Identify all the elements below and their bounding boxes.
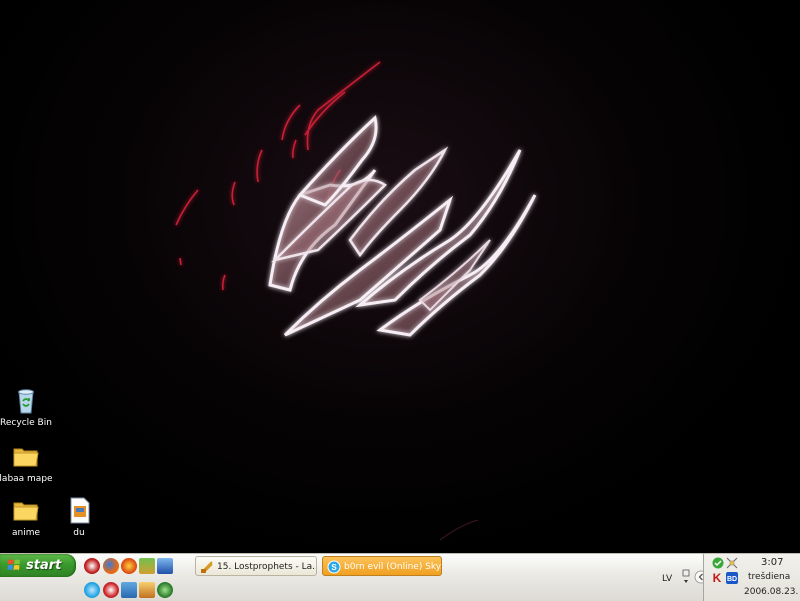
svg-text:K: K	[713, 571, 722, 583]
svg-text:S: S	[331, 563, 337, 572]
desktop-icon-label: Recycle Bin	[0, 418, 52, 428]
network-icon[interactable]	[725, 556, 739, 570]
show-desktop-icon[interactable]	[121, 582, 137, 598]
taskbar: start 15. Lostprophets - La... S b0rn ev…	[0, 553, 800, 601]
clock-day: trešdiena	[748, 572, 791, 582]
svg-text:BD: BD	[727, 576, 737, 583]
start-label: start	[26, 558, 62, 573]
browser-icon[interactable]	[121, 558, 137, 574]
desktop-icon-label: labaa mape	[0, 474, 53, 484]
ie-icon[interactable]	[157, 558, 173, 574]
clock-date: 2006.08.23.	[744, 587, 799, 597]
folder-icon	[13, 448, 39, 467]
skype-quicklaunch-icon[interactable]	[84, 582, 100, 598]
task-button-label: b0rn evil (Online) Sky...	[344, 562, 442, 572]
media-player-icon	[201, 561, 213, 573]
skype-icon: S	[327, 560, 341, 574]
media-icon[interactable]	[139, 582, 155, 598]
clock-time[interactable]: 3:07	[761, 557, 783, 568]
opera-icon[interactable]	[84, 558, 100, 574]
task-button-media-player[interactable]: 15. Lostprophets - La...	[195, 556, 317, 576]
document-icon	[70, 497, 90, 524]
desktop-icon-du[interactable]: du	[47, 494, 111, 538]
input-settings-icon[interactable]	[681, 569, 691, 585]
recycle-bin-icon	[18, 389, 34, 414]
shield-check-icon[interactable]	[712, 557, 724, 569]
bitdefender-icon[interactable]: BD	[725, 571, 739, 585]
kaspersky-icon[interactable]: K	[711, 571, 723, 583]
task-button-label: 15. Lostprophets - La...	[217, 562, 317, 572]
fireworks-wallpaper	[175, 61, 537, 541]
desktop-icon-label: du	[73, 528, 85, 538]
desktop-icon-labaa-mape[interactable]: labaa mape	[0, 440, 58, 484]
winamp-icon[interactable]	[139, 558, 155, 574]
desktop-icon-recycle-bin[interactable]: Recycle Bin	[0, 384, 58, 428]
system-tray: K BD 3:07 trešdiena 2006.08.23.	[703, 554, 800, 601]
program-icon[interactable]	[157, 582, 173, 598]
windows-flag-icon	[7, 559, 20, 570]
firefox-icon[interactable]	[103, 558, 119, 574]
app-icon[interactable]	[103, 582, 119, 598]
language-indicator[interactable]: LV	[662, 574, 672, 584]
task-button-skype[interactable]: S b0rn evil (Online) Sky...	[322, 556, 442, 576]
folder-icon	[13, 502, 39, 521]
desktop[interactable]: Recycle Bin labaa mape anime du	[0, 0, 800, 553]
start-button[interactable]: start	[0, 554, 76, 577]
